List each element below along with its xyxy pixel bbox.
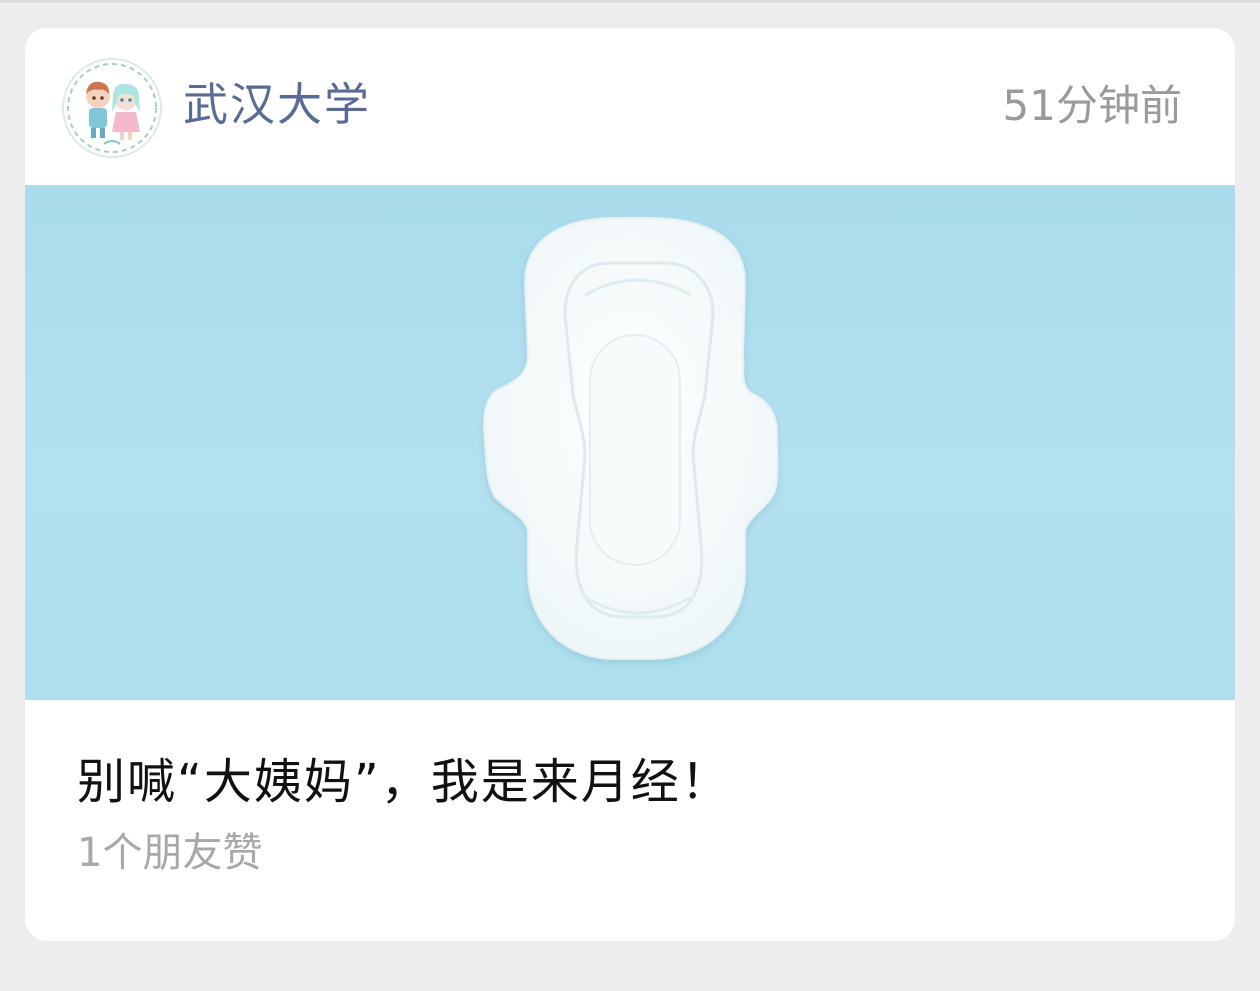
avatar[interactable]: [62, 58, 162, 158]
article-title[interactable]: 别喊“大姨妈”，我是来月经！: [77, 752, 731, 812]
top-divider: [0, 0, 1260, 3]
article-card[interactable]: 武汉大学 51分钟前 别喊“大姨妈”，我是来月经！ 1个朋友赞: [25, 28, 1235, 941]
cover-image[interactable]: [25, 185, 1235, 700]
sanitary-pad-image: [483, 217, 779, 660]
account-name[interactable]: 武汉大学: [183, 76, 371, 134]
friends-like-count: 1个朋友赞: [77, 830, 263, 876]
cartoon-couple-avatar-icon: [67, 63, 157, 153]
post-time: 51分钟前: [1002, 81, 1182, 130]
card-header: 武汉大学 51分钟前: [25, 28, 1235, 186]
